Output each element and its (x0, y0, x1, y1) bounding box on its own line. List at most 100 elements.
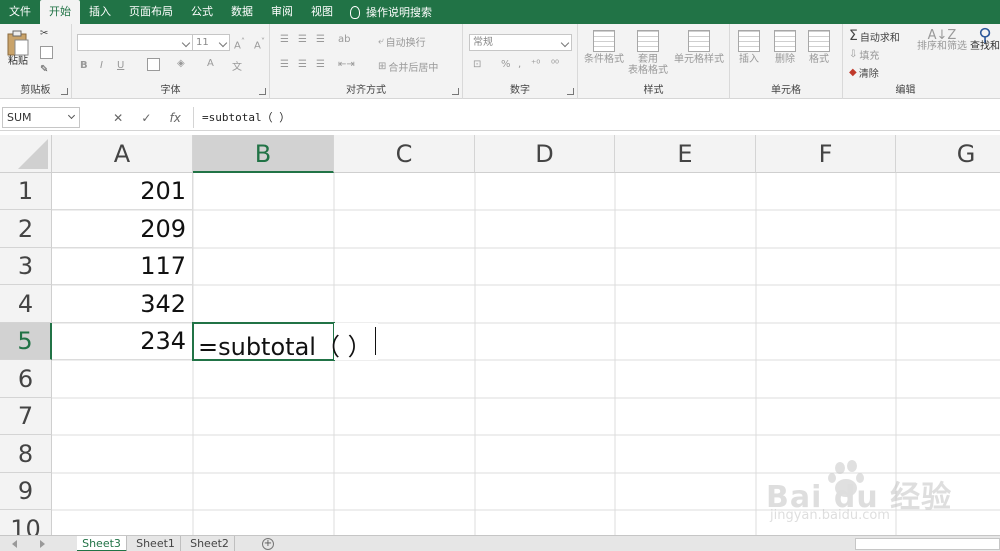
number-format-dropdown[interactable]: 常规 (469, 34, 572, 51)
wrap-text-button[interactable]: ⤶ 自动换行 (378, 34, 426, 49)
paint-bucket-icon: ◈ (177, 58, 185, 69)
tab-review[interactable]: 审阅 (262, 0, 302, 24)
clipboard-launcher[interactable] (61, 88, 68, 95)
check-icon[interactable]: ✓ (141, 111, 151, 125)
grow-font-button[interactable]: A˄ (234, 36, 245, 51)
bold-button[interactable]: B (80, 60, 88, 71)
cell-a5[interactable]: 234 (52, 323, 193, 360)
tell-me-search[interactable]: 操作说明搜索 (342, 4, 432, 20)
phonetic-button[interactable]: 文 (232, 58, 242, 73)
sheet-tab-sheet2[interactable]: Sheet2 (185, 536, 235, 551)
cancel-icon[interactable]: ✕ (113, 111, 123, 125)
top-align-button[interactable]: ☰ (280, 34, 289, 45)
conditional-format-button[interactable]: 条件格式 (584, 30, 624, 65)
percent-button[interactable]: % (501, 59, 511, 70)
row-header-1[interactable]: 1 (0, 173, 52, 210)
column-header-e[interactable]: E (615, 135, 756, 173)
prev-sheet-icon[interactable] (12, 540, 17, 548)
shrink-font-button[interactable]: A˅ (254, 36, 265, 51)
cell-b5-edit-text[interactable]: =subtotal（ ） (198, 327, 372, 362)
insert-function-icon[interactable]: fx (170, 111, 181, 125)
sheet-tab-sheet3[interactable]: Sheet3 (77, 536, 127, 551)
row-header-4[interactable]: 4 (0, 285, 52, 323)
align-middle-icon: ☰ (298, 34, 307, 45)
cell-a4[interactable]: 342 (52, 285, 193, 323)
row-header-2[interactable]: 2 (0, 210, 52, 248)
tab-home[interactable]: 开始 (40, 0, 80, 24)
row-header-5[interactable]: 5 (0, 323, 52, 360)
column-header-g[interactable]: G (896, 135, 1000, 173)
eraser-icon: ◆ (849, 67, 857, 78)
cell-styles-button[interactable]: 单元格样式 (674, 30, 724, 65)
column-header-b[interactable]: B (193, 135, 334, 173)
row-header-9[interactable]: 9 (0, 473, 52, 510)
row-header-8[interactable]: 8 (0, 435, 52, 473)
name-box[interactable]: SUM (2, 107, 80, 128)
middle-align-button[interactable]: ☰ (298, 34, 307, 45)
add-sheet-button[interactable]: + (262, 538, 274, 550)
font-size-dropdown[interactable]: 11 (192, 34, 230, 51)
fill-color-button[interactable]: ◈ (177, 58, 185, 69)
row-header-6[interactable]: 6 (0, 360, 52, 398)
cell-a2[interactable]: 209 (52, 210, 193, 248)
tab-view[interactable]: 视图 (302, 0, 342, 24)
cut-button[interactable]: ✂ (40, 28, 48, 39)
underline-button[interactable]: U (117, 60, 124, 71)
tab-data[interactable]: 数据 (222, 0, 262, 24)
cell-a1[interactable]: 201 (52, 173, 193, 210)
horizontal-scrollbar[interactable] (855, 538, 1000, 550)
comma-button[interactable]: , (518, 59, 521, 70)
font-launcher[interactable] (259, 88, 266, 95)
italic-button[interactable]: I (100, 60, 103, 71)
bottom-align-button[interactable]: ☰ (316, 34, 325, 45)
increase-decimal-button[interactable]: ⁺⁰ (531, 59, 540, 70)
fill-button[interactable]: ⇩ 填充 (849, 47, 879, 62)
format-painter-button[interactable]: ✎ (40, 64, 48, 75)
insert-cells-button[interactable]: 插入 (738, 30, 760, 65)
tab-file[interactable]: 文件 (0, 0, 40, 24)
editing-group-label: 编辑 (895, 85, 916, 96)
font-color-button[interactable]: A (207, 58, 214, 69)
sort-filter-button[interactable]: A↓Z 排序和筛选 (917, 29, 967, 52)
borders-button[interactable] (147, 58, 160, 71)
align-right-button[interactable]: ☰ (316, 59, 325, 70)
number-launcher[interactable] (567, 88, 574, 95)
align-top-icon: ☰ (280, 34, 289, 45)
orientation-button[interactable]: ab (338, 34, 350, 45)
row-header-3[interactable]: 3 (0, 248, 52, 285)
currency-button[interactable]: ⊡ (473, 59, 481, 70)
clipboard-icon (7, 30, 29, 56)
font-name-dropdown[interactable] (77, 34, 193, 51)
wrap-label: 自动换行 (385, 38, 426, 49)
tab-insert[interactable]: 插入 (80, 0, 120, 24)
clear-button[interactable]: ◆ 清除 (849, 65, 879, 80)
select-all-button[interactable] (0, 135, 52, 173)
format-cells-button[interactable]: 格式 (808, 30, 830, 65)
tab-page-layout[interactable]: 页面布局 (120, 0, 182, 24)
column-header-c[interactable]: C (334, 135, 475, 173)
find-select-button[interactable]: ⚲ 查找和 (970, 27, 1000, 53)
delete-cells-button[interactable]: 删除 (774, 30, 796, 65)
decrease-decimal-button[interactable]: ⁰⁰ (551, 59, 559, 70)
align-right-icon: ☰ (316, 59, 325, 70)
formula-input[interactable]: =subtotal（ ） (193, 107, 999, 128)
tab-formulas[interactable]: 公式 (182, 0, 222, 24)
cell-a3[interactable]: 117 (52, 248, 193, 285)
sheet-tab-sheet1[interactable]: Sheet1 (131, 536, 181, 551)
row-header-7[interactable]: 7 (0, 398, 52, 435)
indent-button[interactable]: ⇤⇥ (338, 59, 355, 70)
increase-decimal-icon: ⁺⁰ (531, 59, 541, 70)
merge-center-button[interactable]: ⊞ 合并后居中 (378, 59, 438, 74)
paste-button[interactable]: 粘贴 (6, 30, 30, 67)
next-sheet-icon[interactable] (40, 540, 45, 548)
align-left-button[interactable]: ☰ (280, 59, 289, 70)
column-header-d[interactable]: D (475, 135, 615, 173)
format-as-table-button[interactable]: 套用 表格格式 (628, 30, 668, 76)
align-center-button[interactable]: ☰ (298, 59, 307, 70)
alignment-launcher[interactable] (452, 88, 459, 95)
copy-button[interactable] (40, 46, 53, 59)
format-cells-label: 格式 (809, 54, 829, 65)
autosum-button[interactable]: Σ 自动求和 (849, 28, 900, 44)
column-header-a[interactable]: A (52, 135, 193, 173)
column-header-f[interactable]: F (756, 135, 896, 173)
